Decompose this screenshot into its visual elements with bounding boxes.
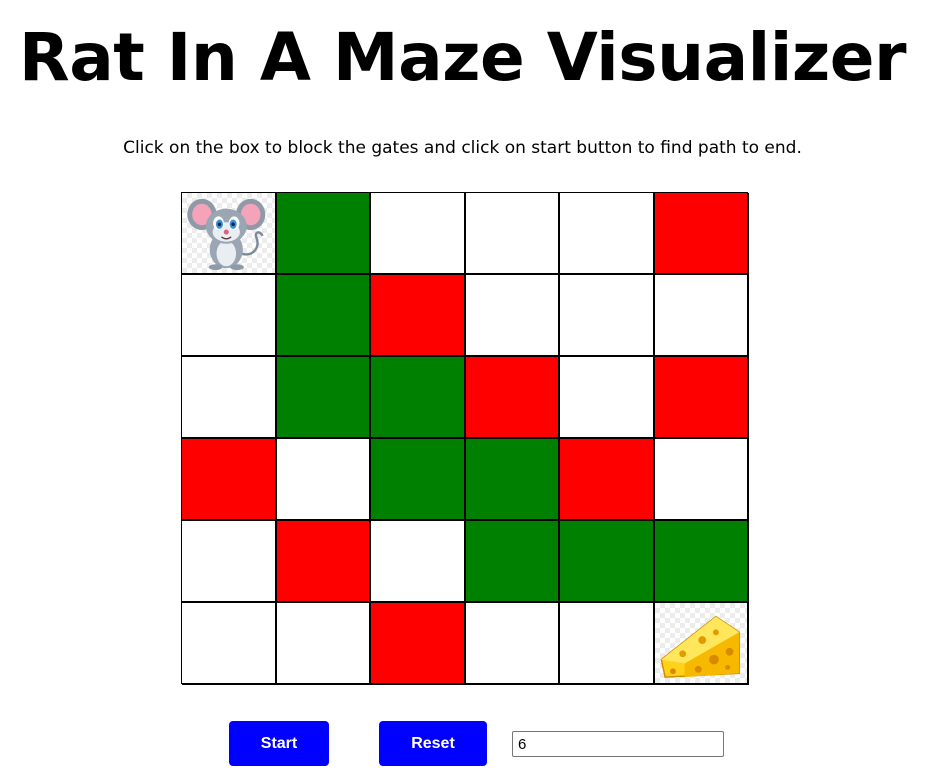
maze-cell-path[interactable]: [465, 439, 560, 521]
start-button[interactable]: Start: [229, 721, 329, 766]
maze-cell-open[interactable]: [276, 439, 371, 521]
maze-cell-path[interactable]: [371, 357, 466, 439]
maze-cell-blocked[interactable]: [182, 439, 277, 521]
maze-cell-open[interactable]: [465, 275, 560, 357]
maze-cell-open[interactable]: [371, 193, 466, 275]
maze-size-input[interactable]: [512, 731, 724, 757]
maze-cell-path[interactable]: [276, 193, 371, 275]
maze-cell-open[interactable]: [654, 275, 749, 357]
reset-button[interactable]: Reset: [379, 721, 487, 766]
maze-cell-open[interactable]: [182, 357, 277, 439]
maze-cell-open[interactable]: [560, 357, 655, 439]
instructions-text: Click on the box to block the gates and …: [123, 138, 802, 158]
maze-cell-open[interactable]: [182, 521, 277, 603]
maze-cell-blocked[interactable]: [371, 275, 466, 357]
maze-cell-start[interactable]: [182, 193, 277, 275]
page: Rat In A Maze Visualizer Click on the bo…: [0, 0, 925, 778]
cheese-icon: [659, 615, 740, 678]
maze-cell-open[interactable]: [465, 193, 560, 275]
mouse-icon: [187, 198, 266, 271]
maze-cell-open[interactable]: [465, 603, 560, 685]
maze-cell-blocked[interactable]: [560, 439, 655, 521]
maze-cell-open[interactable]: [182, 603, 277, 685]
maze-cell-open[interactable]: [560, 275, 655, 357]
maze-cell-open[interactable]: [371, 521, 466, 603]
maze-cell-open[interactable]: [276, 603, 371, 685]
maze-cell-blocked[interactable]: [654, 357, 749, 439]
maze-cell-open[interactable]: [182, 275, 277, 357]
maze-grid: [181, 192, 749, 685]
maze-cell-blocked[interactable]: [276, 521, 371, 603]
maze-cell-open[interactable]: [560, 603, 655, 685]
page-title: Rat In A Maze Visualizer: [18, 19, 907, 96]
maze-cell-blocked[interactable]: [465, 357, 560, 439]
maze-cell-path[interactable]: [560, 521, 655, 603]
maze-cell-path[interactable]: [371, 439, 466, 521]
maze-cell-path[interactable]: [276, 275, 371, 357]
maze-cell-open[interactable]: [560, 193, 655, 275]
maze-cell-blocked[interactable]: [371, 603, 466, 685]
maze-cell-blocked[interactable]: [654, 193, 749, 275]
maze-cell-end[interactable]: [654, 603, 749, 685]
maze-cell-path[interactable]: [276, 357, 371, 439]
maze-cell-path[interactable]: [654, 521, 749, 603]
maze-cell-path[interactable]: [465, 521, 560, 603]
maze-cell-open[interactable]: [654, 439, 749, 521]
